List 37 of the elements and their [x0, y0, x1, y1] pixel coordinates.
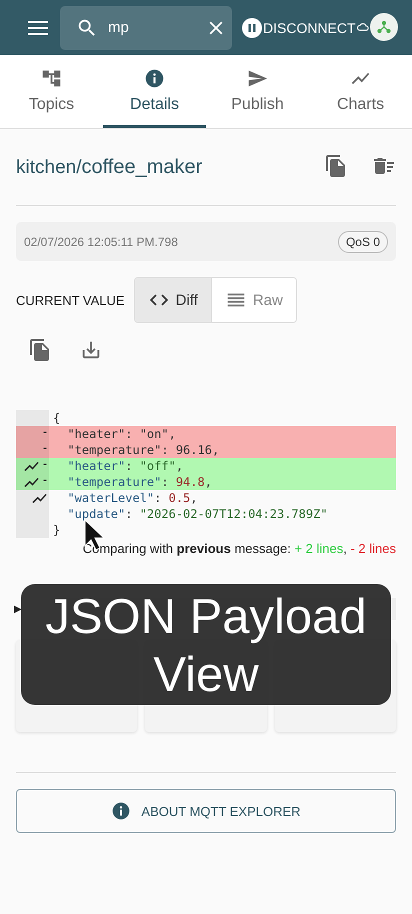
view-toggle[interactable]: Diff	[134, 278, 211, 322]
copy-icon	[324, 154, 348, 178]
network-icon	[377, 20, 391, 34]
code-line: "heater": "on",	[66, 426, 176, 442]
view-toggle[interactable]: Raw	[210, 278, 296, 322]
tab[interactable]: Publish	[206, 55, 309, 128]
caption-overlay: JSON Payload View	[21, 584, 391, 705]
copy-icon	[28, 338, 52, 362]
tab[interactable]: Charts	[309, 55, 412, 128]
tree-icon	[41, 68, 62, 89]
about-button[interactable]: ABOUT MQTT EXPLORER	[16, 789, 396, 833]
tab[interactable]: Topics	[0, 55, 103, 128]
code-line: "temperature": 96.16,	[66, 442, 220, 458]
info-icon	[144, 68, 165, 89]
code-line: "update": "2026-02-07T12:04:23.789Z"	[66, 506, 328, 522]
info-icon	[111, 801, 132, 821]
qos-chip: QoS 0	[338, 230, 388, 252]
tab[interactable]: Details	[103, 55, 206, 128]
diff-marker: -	[42, 459, 48, 473]
timestamp: 02/07/2026 12:05:11 PM.798	[24, 234, 178, 248]
diff-marker: -	[42, 427, 48, 441]
code-line: "waterLevel": 0.5,	[66, 490, 198, 506]
topic-path: kitchen/coffee_maker	[16, 156, 204, 178]
cloud-icon	[357, 22, 369, 31]
avatar[interactable]	[370, 13, 398, 41]
code-line: "temperature": 94.8,	[66, 474, 212, 490]
current-value-label: CURRENT VALUE	[16, 292, 125, 308]
code-line: }	[52, 522, 60, 538]
disconnect-button[interactable]: DISCONNECT	[242, 12, 356, 42]
code-line: "heater": "off",	[66, 458, 184, 474]
send-icon	[247, 68, 268, 89]
diff-marker: -	[42, 443, 48, 457]
comparison-summary: Comparing with previous message: + 2 lines, - 2 lines	[82, 541, 396, 556]
code-line: {	[52, 410, 60, 426]
diff-marker: -	[42, 475, 48, 489]
menu-icon[interactable]	[28, 20, 48, 36]
pause-icon	[242, 18, 262, 38]
